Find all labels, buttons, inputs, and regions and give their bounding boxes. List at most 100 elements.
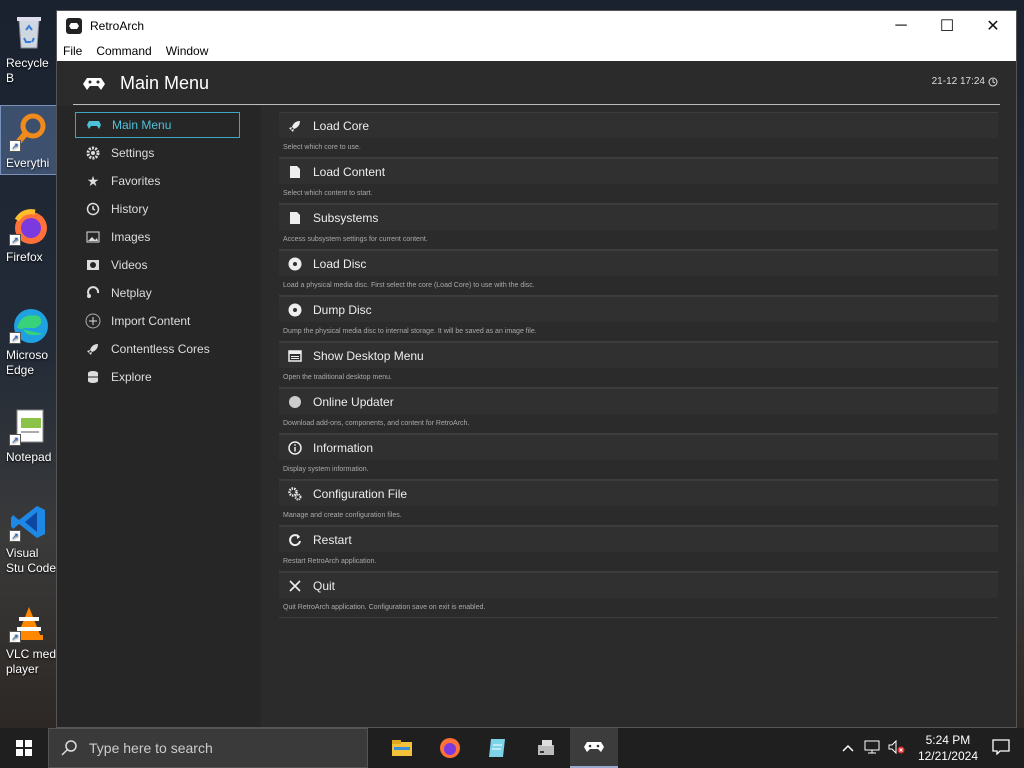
close-button[interactable]: ✕ — [970, 11, 1016, 41]
sidebar-item-history[interactable]: History — [75, 196, 240, 222]
title-bar[interactable]: RetroArch ─ ☐ ✕ — [57, 11, 1016, 41]
menu-entry-load-core[interactable]: Load Core Select which core to use. — [279, 112, 998, 158]
menu-entry-configuration-file[interactable]: Configuration File Manage and create con… — [279, 480, 998, 526]
file-explorer-icon — [392, 740, 412, 756]
taskbar-notepad[interactable] — [474, 728, 522, 768]
everything-search-icon: ↗ — [9, 112, 49, 152]
minimize-button[interactable]: ─ — [878, 11, 924, 41]
taskbar-search-box[interactable]: Type here to search — [48, 728, 368, 768]
taskbar-file-explorer[interactable] — [378, 728, 426, 768]
ra-main-list: Load Core Select which core to use. Load… — [279, 106, 998, 727]
retroarch-window: RetroArch ─ ☐ ✕ File Command Window Main… — [56, 10, 1017, 728]
retroarch-icon — [584, 742, 604, 752]
shortcut-arrow-icon: ↗ — [9, 140, 21, 152]
entry-description: Load a physical media disc. First select… — [283, 282, 535, 289]
sidebar-item-videos[interactable]: Videos — [75, 252, 240, 278]
start-button[interactable] — [0, 728, 48, 768]
menu-entry-dump-disc[interactable]: Dump Disc Dump the physical media disc t… — [279, 296, 998, 342]
entry-description: Select which content to start. — [283, 190, 373, 197]
history-icon — [85, 201, 101, 217]
entry-label: Subsystems — [313, 210, 379, 225]
desktop-icon-notepad[interactable]: ↗ Notepad — [0, 400, 58, 492]
desktop-icon-everything[interactable]: ↗ Everythi — [0, 105, 58, 175]
desktop-icon-label: Visual Stu Code — [6, 546, 57, 575]
taskbar-retroarch[interactable] — [570, 728, 618, 768]
entry-description: Dump the physical media disc to internal… — [283, 328, 537, 335]
gear-icon — [85, 145, 101, 161]
retroarch-icon — [66, 18, 82, 34]
drive-icon — [538, 740, 554, 755]
database-icon — [85, 369, 101, 385]
file-icon — [287, 210, 303, 226]
taskbar: Type here to search 5:24 PM 12/21/2024 — [0, 728, 1024, 768]
sidebar-item-contentless-cores[interactable]: Contentless Cores — [75, 336, 240, 362]
sidebar-item-netplay[interactable]: Netplay — [75, 280, 240, 306]
clock-icon — [988, 77, 998, 86]
sidebar-item-import-content[interactable]: Import Content — [75, 308, 240, 334]
shortcut-arrow-icon: ↗ — [9, 631, 21, 643]
desktop-icon-label: Microso Edge — [6, 348, 49, 377]
network-icon[interactable] — [864, 740, 880, 757]
ra-header: Main Menu 21-12 17:24 — [57, 61, 1016, 106]
entry-label: Show Desktop Menu — [313, 348, 424, 363]
entry-label: Configuration File — [313, 486, 408, 501]
menu-entry-load-content[interactable]: Load Content Select which content to sta… — [279, 158, 998, 204]
menu-entry-online-updater[interactable]: Online Updater Download add-ons, compone… — [279, 388, 998, 434]
volume-muted-icon[interactable] — [888, 739, 906, 757]
entry-label: Information — [313, 440, 374, 455]
sidebar-item-label: History — [111, 202, 149, 216]
menu-file[interactable]: File — [63, 44, 82, 58]
search-icon — [61, 740, 77, 756]
notifications-icon[interactable] — [992, 738, 1010, 758]
entry-description: Access subsystem settings for current co… — [283, 236, 428, 243]
entry-description: Manage and create configuration files. — [283, 512, 402, 519]
firefox-icon — [440, 738, 460, 758]
firefox-icon: ↗ — [9, 206, 49, 246]
globe-icon — [287, 394, 303, 410]
clock-text: 21-12 17:24 — [931, 76, 985, 87]
entry-description: Display system information. — [283, 466, 369, 473]
taskbar-drive[interactable] — [522, 728, 570, 768]
sidebar-item-settings[interactable]: Settings — [75, 140, 240, 166]
retroarch-icon — [86, 117, 102, 133]
sidebar-item-main-menu[interactable]: Main Menu — [75, 112, 240, 138]
restart-icon — [287, 532, 303, 548]
entry-label: Restart — [313, 532, 352, 547]
star-icon: ★ — [86, 172, 100, 189]
entry-label: Load Core — [313, 118, 370, 133]
desktop-icon-edge[interactable]: ↗ Microso Edge — [0, 298, 58, 390]
taskbar-clock[interactable]: 5:24 PM 12/21/2024 — [918, 732, 978, 764]
menu-entry-information[interactable]: Information Display system information. — [279, 434, 998, 480]
sidebar-item-label: Contentless Cores — [111, 342, 210, 356]
retroarch-content: Main Menu 21-12 17:24 Main Menu Settings… — [57, 61, 1016, 727]
show-hidden-icons-chevron-icon[interactable] — [842, 741, 854, 755]
taskbar-firefox[interactable] — [426, 728, 474, 768]
desktop-icon-recycle-bin[interactable]: Recycle B — [0, 6, 58, 98]
menu-command[interactable]: Command — [96, 44, 151, 58]
retroarch-logo-icon — [83, 77, 105, 90]
sidebar-item-label: Netplay — [111, 286, 152, 300]
windows-logo-icon — [16, 740, 32, 756]
desktop-icon-label: Notepad — [6, 450, 52, 464]
desktop-menu-icon — [287, 348, 303, 364]
menu-entry-subsystems[interactable]: Subsystems Access subsystem settings for… — [279, 204, 998, 250]
window-title: RetroArch — [90, 19, 145, 33]
page-title: Main Menu — [120, 73, 210, 93]
sidebar-item-images[interactable]: Images — [75, 224, 240, 250]
desktop-icon-vscode[interactable]: ↗ Visual Stu Code — [0, 496, 58, 588]
desktop-icon-vlc[interactable]: ↗ VLC med player — [0, 597, 58, 689]
entry-description: Select which core to use. — [283, 144, 361, 151]
entry-label: Quit — [313, 578, 336, 593]
menu-entry-show-desktop-menu[interactable]: Show Desktop Menu Open the traditional d… — [279, 342, 998, 388]
menu-entry-load-disc[interactable]: Load Disc Load a physical media disc. Fi… — [279, 250, 998, 296]
menu-entry-quit[interactable]: Quit Quit RetroArch application. Configu… — [279, 572, 998, 618]
maximize-button[interactable]: ☐ — [924, 11, 970, 41]
sidebar-item-label: Import Content — [111, 314, 191, 328]
entry-label: Load Disc — [313, 256, 367, 271]
sidebar-item-favorites[interactable]: ★ Favorites — [75, 168, 240, 194]
menu-entry-restart[interactable]: Restart Restart RetroArch application. — [279, 526, 998, 572]
system-tray: 5:24 PM 12/21/2024 — [842, 728, 1024, 768]
desktop-icon-firefox[interactable]: ↗ Firefox — [0, 200, 58, 292]
menu-window[interactable]: Window — [166, 44, 209, 58]
sidebar-item-explore[interactable]: Explore — [75, 364, 240, 390]
